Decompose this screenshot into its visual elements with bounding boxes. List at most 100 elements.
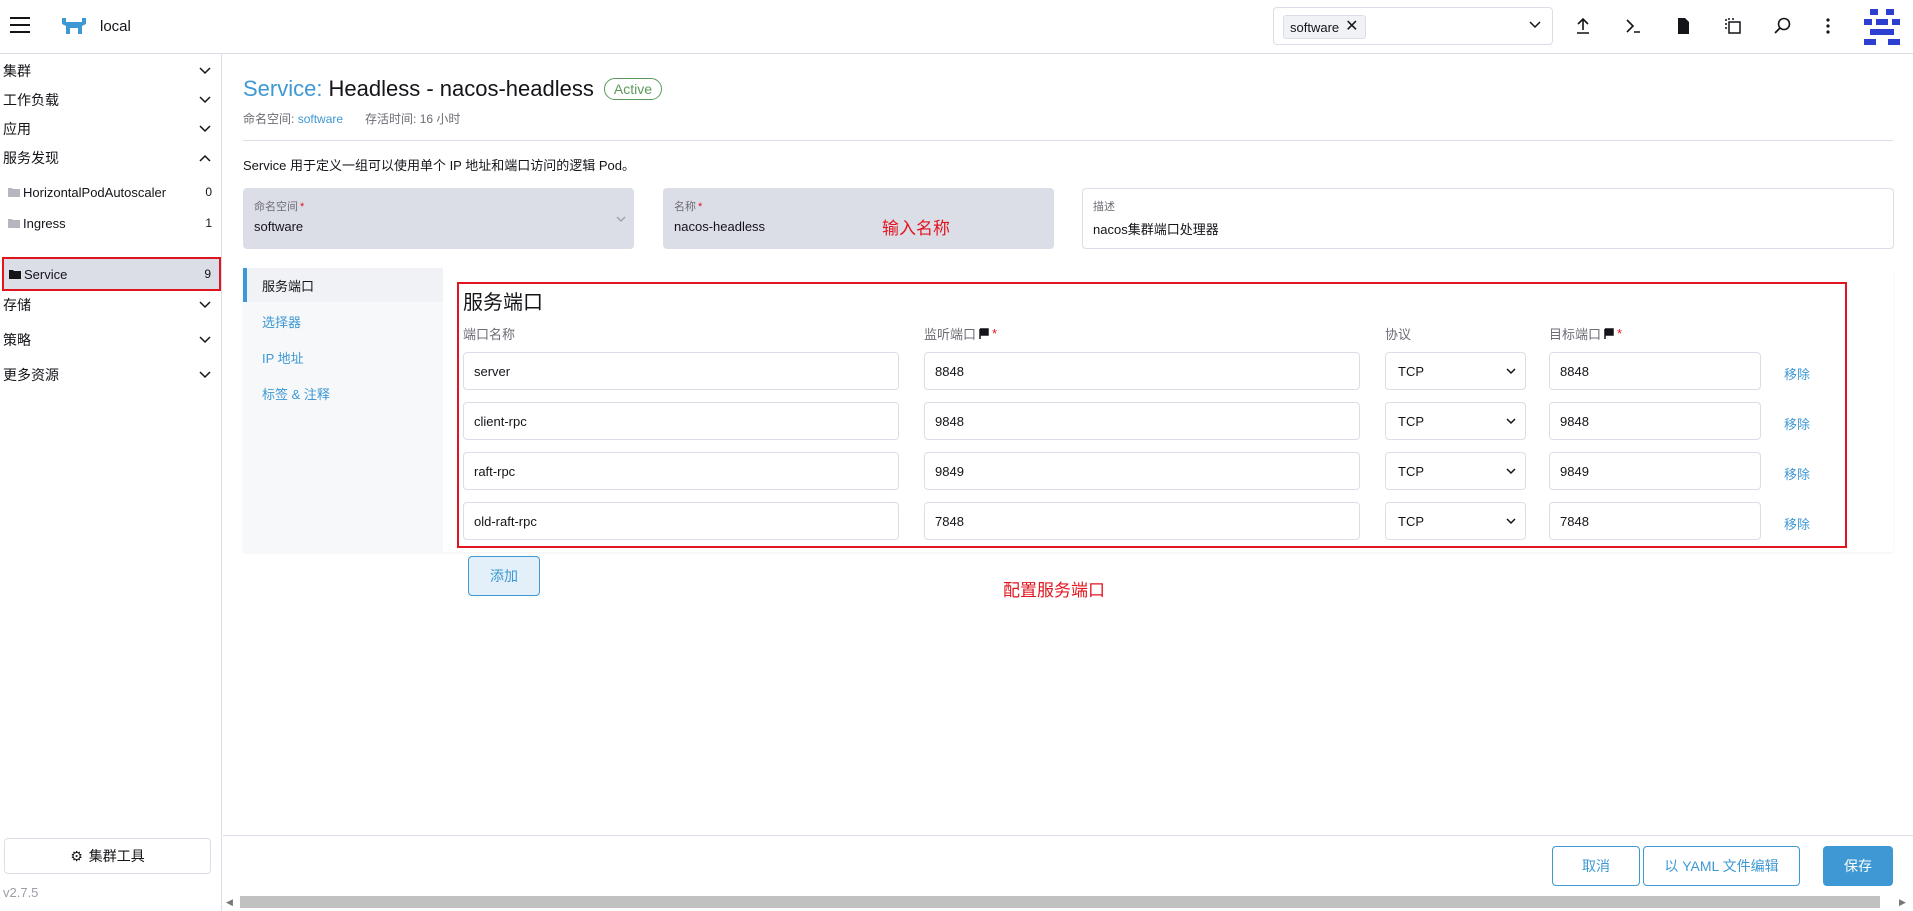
port-name-input[interactable]: server: [463, 352, 899, 390]
target-port-input[interactable]: 8848: [1549, 352, 1761, 390]
col-header-listen-port: 监听端口 *: [924, 326, 998, 342]
chevron-down-icon[interactable]: [1528, 18, 1542, 32]
chevron-down-icon: [616, 216, 626, 222]
name-annotation: 输入名称: [882, 219, 950, 238]
nav-group-workloads[interactable]: 工作负载: [0, 85, 222, 115]
remove-port-button[interactable]: 移除: [1784, 414, 1810, 433]
description-field[interactable]: 描述 nacos集群端口处理器: [1082, 188, 1894, 249]
target-port-input[interactable]: 9849: [1549, 452, 1761, 490]
port-name-input[interactable]: client-rpc: [463, 402, 899, 440]
upload-icon[interactable]: [1571, 14, 1595, 38]
protocol-select[interactable]: TCP: [1385, 452, 1526, 490]
remove-port-button[interactable]: 移除: [1784, 364, 1810, 383]
sidebar-item-hpa[interactable]: HorizontalPodAutoscaler 0: [3, 177, 220, 207]
namespace-meta-label: 命名空间:: [243, 112, 295, 126]
scrollbar-thumb[interactable]: [240, 896, 1880, 908]
listen-port-input[interactable]: 9849: [924, 452, 1360, 490]
gear-icon: ⚙: [70, 847, 83, 864]
remove-port-button[interactable]: 移除: [1784, 514, 1810, 533]
chevron-down-icon: [1506, 418, 1516, 425]
namespace-link[interactable]: software: [298, 112, 343, 126]
tab-ip-addresses[interactable]: IP 地址: [243, 340, 443, 374]
flag-icon: [1604, 327, 1614, 339]
namespace-chip-label: software: [1290, 19, 1340, 35]
form-footer: 取消 以 YAML 文件编辑 保存: [223, 835, 1913, 888]
save-button[interactable]: 保存: [1823, 846, 1893, 886]
page-title-type[interactable]: Service:: [243, 76, 322, 102]
tab-service-ports[interactable]: 服务端口: [243, 268, 443, 302]
target-port-input[interactable]: 9848: [1549, 402, 1761, 440]
col-header-port-name: 端口名称: [463, 327, 516, 342]
ports-annotation: 配置服务端口: [1003, 581, 1105, 600]
listen-port-input[interactable]: 9848: [924, 402, 1360, 440]
scroll-left-icon[interactable]: ◀: [226, 897, 233, 908]
listen-port-input[interactable]: 8848: [924, 352, 1360, 390]
nav-group-label: 工作负载: [3, 92, 59, 108]
nav-group-policy[interactable]: 策略: [0, 325, 222, 355]
version-label[interactable]: v2.7.5: [3, 885, 38, 900]
more-icon[interactable]: [1816, 14, 1840, 38]
namespace-filter[interactable]: software ✕: [1273, 7, 1553, 45]
nav-group-label: 集群: [3, 63, 31, 79]
tab-labels-annotations[interactable]: 标签 & 注释: [243, 376, 443, 410]
protocol-select-value: TCP: [1398, 513, 1424, 529]
tab-content: 服务端口 端口名称 监听端口 * 协议 目标端口 * server 8848 T: [443, 268, 1893, 552]
chevron-up-icon: [199, 154, 211, 162]
close-icon[interactable]: ✕: [1345, 19, 1358, 35]
sidebar-item-label: HorizontalPodAutoscaler: [23, 184, 167, 200]
nav-group-label: 应用: [3, 121, 31, 137]
cluster-name[interactable]: local: [100, 18, 131, 35]
namespace-select[interactable]: 命名空间 * software: [243, 188, 634, 249]
sidebar-item-ingress[interactable]: Ingress 1: [3, 208, 220, 238]
menu-icon[interactable]: [10, 17, 30, 33]
nav-group-storage[interactable]: 存储: [0, 290, 222, 320]
top-header: local software ✕: [0, 0, 1913, 54]
port-name-input[interactable]: raft-rpc: [463, 452, 899, 490]
cluster-tools-button[interactable]: ⚙ 集群工具: [4, 838, 211, 874]
nav-group-cluster[interactable]: 集群: [0, 56, 222, 86]
terminal-icon[interactable]: [1621, 14, 1645, 38]
remove-port-button[interactable]: 移除: [1784, 464, 1810, 483]
page-meta: 命名空间: software 存活时间: 16 小时: [243, 110, 460, 127]
target-port-input[interactable]: 7848: [1549, 502, 1761, 540]
namespace-select-label: 命名空间 *: [254, 201, 305, 213]
description-field-value: nacos集群端口处理器: [1093, 222, 1219, 237]
scroll-right-icon[interactable]: ▶: [1899, 897, 1906, 908]
listen-port-input[interactable]: 7848: [924, 502, 1360, 540]
folder-icon: [8, 188, 20, 197]
sidebar: 集群 工作负载 应用 服务发现 HorizontalPodAutoscaler …: [0, 54, 222, 911]
sidebar-item-count: 0: [205, 185, 212, 199]
nav-group-more-resources[interactable]: 更多资源: [0, 360, 222, 390]
horizontal-scrollbar[interactable]: ◀ ▶: [223, 896, 1913, 908]
cancel-button[interactable]: 取消: [1552, 846, 1640, 886]
page-title-name: Headless - nacos-headless: [328, 76, 594, 101]
nav-group-label: 更多资源: [3, 367, 59, 383]
edit-yaml-button[interactable]: 以 YAML 文件编辑: [1643, 846, 1800, 886]
chevron-down-icon: [199, 371, 211, 379]
status-badge: Active: [603, 78, 662, 100]
protocol-select[interactable]: TCP: [1385, 402, 1526, 440]
port-name-input[interactable]: old-raft-rpc: [463, 502, 899, 540]
col-header-protocol: 协议: [1385, 327, 1412, 342]
search-icon[interactable]: [1771, 14, 1795, 38]
protocol-select[interactable]: TCP: [1385, 352, 1526, 390]
ports-title: 服务端口: [463, 292, 543, 314]
sidebar-item-service[interactable]: Service 9: [2, 257, 221, 291]
folder-icon: [9, 270, 21, 279]
service-ports-section: 服务端口 端口名称 监听端口 * 协议 目标端口 * server 8848 T: [457, 282, 1847, 548]
file-icon[interactable]: [1671, 14, 1695, 38]
page-title: Service: Headless - nacos-headless Activ…: [243, 76, 662, 102]
tab-selectors[interactable]: 选择器: [243, 304, 443, 338]
nav-group-service-discovery[interactable]: 服务发现: [0, 143, 222, 173]
rancher-logo-icon[interactable]: [60, 14, 88, 38]
folder-icon: [8, 219, 20, 228]
add-port-button[interactable]: 添加: [468, 556, 540, 596]
name-field-value: nacos-headless: [674, 219, 766, 234]
protocol-select[interactable]: TCP: [1385, 502, 1526, 540]
copy-icon[interactable]: [1721, 14, 1745, 38]
nav-group-apps[interactable]: 应用: [0, 114, 222, 144]
name-field-label: 名称 *: [674, 201, 703, 213]
user-avatar-icon[interactable]: [1862, 7, 1902, 47]
name-field[interactable]: 名称 * nacos-headless: [663, 188, 1054, 249]
description-field-label: 描述: [1093, 201, 1115, 213]
